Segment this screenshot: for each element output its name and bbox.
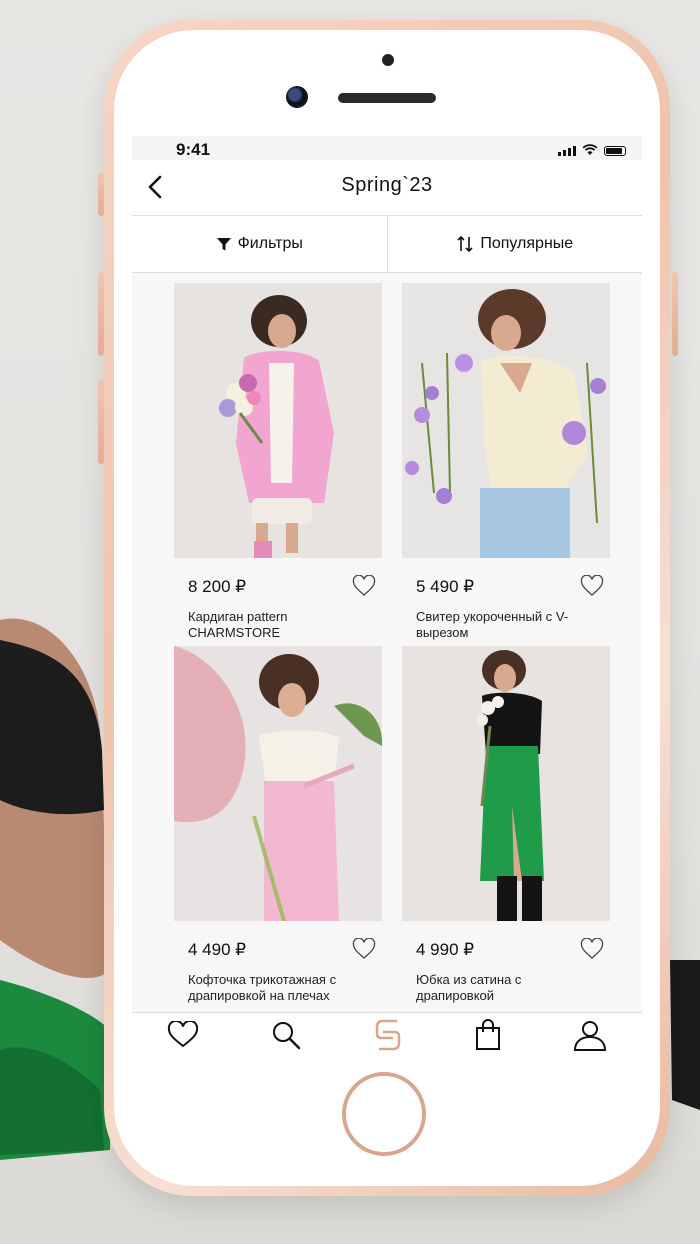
product-card[interactable]: 4 990 ₽ Юбка из сатина с драпировкой: [402, 646, 610, 1003]
brand-logo-icon[interactable]: [373, 1018, 403, 1052]
wifi-icon: [582, 144, 598, 155]
product-image[interactable]: [402, 646, 610, 921]
product-price: 8 200 ₽: [188, 577, 247, 596]
filter-sort-bar: Фильтры Популярные: [132, 216, 642, 273]
proximity-sensor: [382, 54, 394, 66]
product-card[interactable]: 5 490 ₽ Свитер укороченный с V-вырезом: [402, 283, 610, 640]
filters-button[interactable]: Фильтры: [132, 216, 387, 272]
power-button: [672, 272, 678, 356]
favorite-heart-icon[interactable]: [580, 575, 604, 597]
favorite-heart-icon[interactable]: [352, 938, 376, 960]
product-image[interactable]: [174, 283, 382, 558]
page-title: Spring`23: [341, 174, 433, 196]
volume-down-button: [98, 380, 104, 464]
favorite-heart-icon[interactable]: [352, 575, 376, 597]
product-image[interactable]: [402, 283, 610, 558]
favorite-heart-icon[interactable]: [580, 938, 604, 960]
navigation-bar: Spring`23: [132, 160, 642, 216]
status-bar: 9:41: [132, 136, 642, 160]
phone-top: [104, 20, 670, 140]
sort-button[interactable]: Популярные: [386, 216, 643, 272]
background-photo-left: [0, 618, 110, 1160]
search-icon[interactable]: [270, 1019, 302, 1051]
product-price: 5 490 ₽: [416, 577, 475, 596]
front-camera: [286, 86, 308, 108]
profile-icon[interactable]: [573, 1018, 607, 1052]
silent-switch: [98, 172, 104, 216]
filter-icon: [216, 238, 231, 251]
status-time: 9:41: [176, 140, 211, 159]
sort-label: Популярные: [480, 235, 574, 252]
app-screen: 9:41 Spring`23 Фильтры Популярные 8 200 …: [132, 136, 642, 1056]
earpiece-speaker: [338, 93, 436, 103]
product-card[interactable]: 4 490 ₽ Кофточка трикотажная с драпировк…: [174, 646, 383, 1003]
battery-icon: [604, 146, 626, 156]
volume-up-button: [98, 272, 104, 356]
product-name[interactable]: Кофточка трикотажная с драпировкой на пл…: [188, 972, 373, 1004]
heart-icon[interactable]: [167, 1021, 199, 1049]
home-button[interactable]: [342, 1072, 426, 1156]
sort-icon: [457, 235, 473, 253]
product-price: 4 990 ₽: [416, 940, 475, 959]
product-name[interactable]: Свитер укороченный с V-вырезом: [416, 609, 601, 641]
product-name[interactable]: Юбка из сатина с драпировкой: [416, 972, 601, 1004]
product-image[interactable]: [174, 646, 383, 922]
signal-icon: [558, 146, 576, 156]
bottom-tab-bar: [132, 1012, 642, 1056]
product-card[interactable]: 8 200 ₽ Кардиган pattern CHARMSTORE: [174, 283, 382, 640]
product-name[interactable]: Кардиган pattern CHARMSTORE: [188, 609, 373, 641]
bag-icon[interactable]: [474, 1019, 502, 1051]
filters-label: Фильтры: [237, 235, 303, 252]
product-price: 4 490 ₽: [188, 940, 247, 959]
status-icons: [558, 144, 626, 156]
